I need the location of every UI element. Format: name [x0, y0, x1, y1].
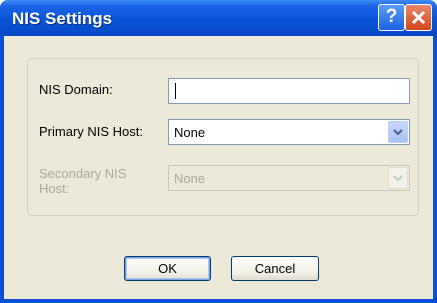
secondary-nis-host-label: Secondary NIS Host: — [39, 166, 127, 196]
help-icon: ? — [385, 6, 398, 27]
close-icon — [411, 10, 426, 25]
window-title: NIS Settings — [12, 9, 113, 28]
chevron-down-icon — [393, 129, 403, 136]
primary-dropdown-button[interactable] — [388, 121, 408, 143]
nis-domain-input[interactable] — [168, 78, 410, 104]
nis-domain-label: NIS Domain: — [39, 82, 113, 97]
primary-nis-host-value: None — [174, 125, 206, 140]
secondary-nis-host-select[interactable]: None — [168, 165, 410, 191]
title-bar[interactable]: NIS Settings ? — [0, 0, 437, 36]
ok-button[interactable]: OK — [124, 256, 211, 281]
primary-nis-host-label: Primary NIS Host: — [39, 124, 144, 139]
help-button[interactable]: ? — [378, 4, 405, 31]
secondary-dropdown-button — [388, 167, 408, 189]
cancel-button[interactable]: Cancel — [231, 256, 319, 281]
chevron-down-icon — [393, 175, 403, 182]
secondary-nis-host-value: None — [174, 171, 206, 186]
primary-nis-host-select[interactable]: None — [168, 119, 410, 145]
text-caret — [175, 83, 176, 99]
close-button[interactable] — [405, 4, 432, 31]
